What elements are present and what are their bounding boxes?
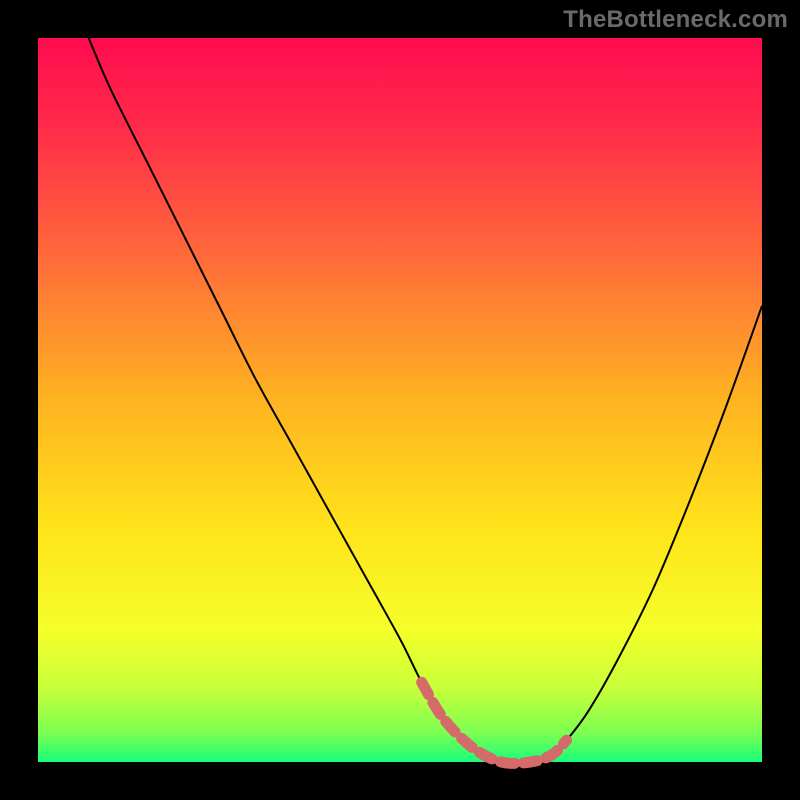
bottleneck-chart (0, 0, 800, 800)
chart-frame: TheBottleneck.com (0, 0, 800, 800)
plot-gradient-bg (38, 38, 762, 762)
